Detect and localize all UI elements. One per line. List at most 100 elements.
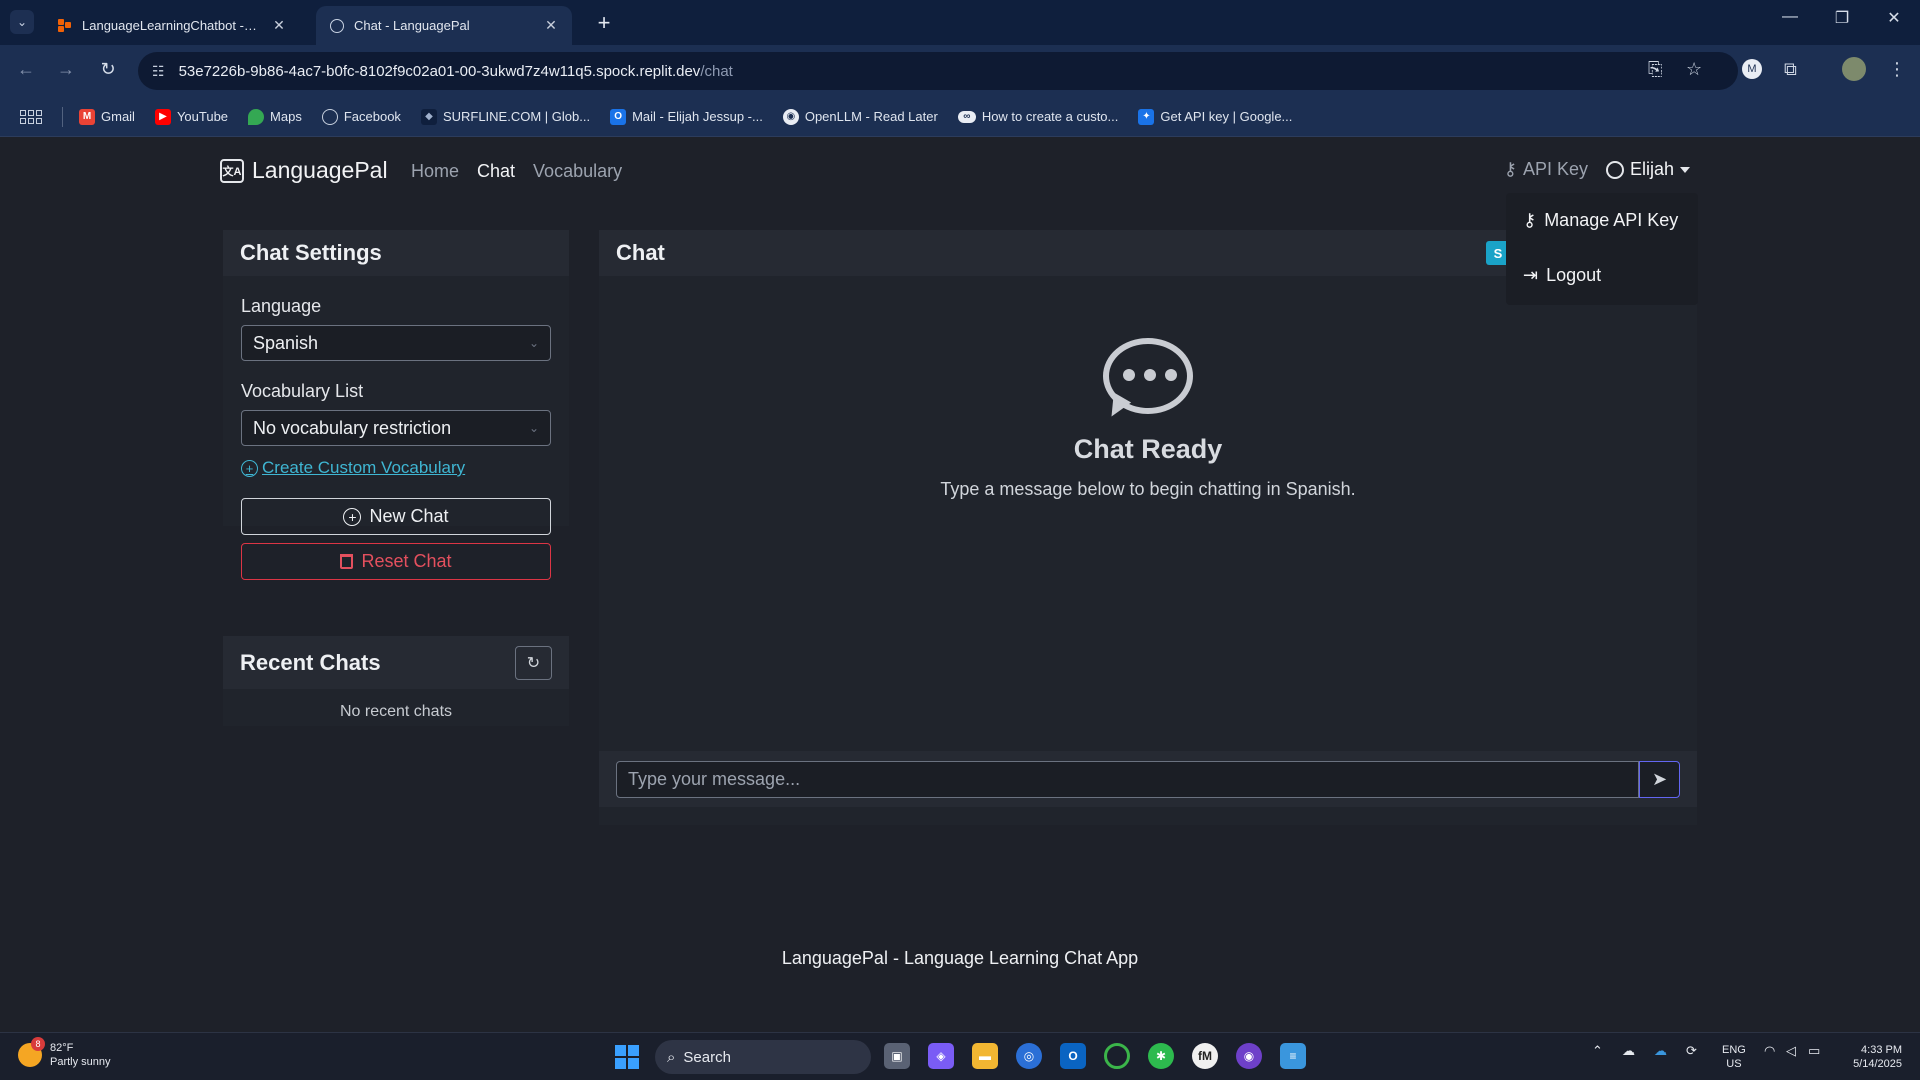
tab-title: LanguageLearningChatbot - Replit	[82, 18, 260, 33]
site-info-icon[interactable]: ☷	[152, 63, 165, 80]
close-icon[interactable]: ✕	[542, 17, 560, 34]
onedrive-icon[interactable]: ☁	[1622, 1043, 1635, 1059]
copilot-icon[interactable]: ◈	[928, 1043, 954, 1069]
message-input[interactable]	[616, 761, 1639, 798]
weather-widget[interactable]: 8 82°F Partly sunny	[18, 1037, 111, 1069]
menu-item-logout[interactable]: ⇥ Logout	[1506, 248, 1698, 303]
window-close-icon[interactable]: ✕	[1874, 8, 1914, 28]
browser-menu-icon[interactable]: ⋮	[1888, 59, 1906, 80]
address-bar[interactable]: ☷ 53e7226b-9b86-4ac7-b0fc-8102f9c02a01-0…	[138, 52, 1738, 90]
install-app-icon[interactable]: ⎘	[1648, 59, 1662, 80]
github-desktop-icon[interactable]: ◉	[1236, 1043, 1262, 1069]
reload-icon[interactable]: ↻	[96, 59, 120, 80]
google-ai-icon: ✦	[1138, 108, 1155, 125]
globe-icon	[321, 108, 338, 125]
chat-card: Chat S Chat Ready Type a message below t…	[599, 230, 1697, 825]
outlook-icon: O	[610, 108, 627, 125]
bookmark-mail[interactable]: O Mail - Elijah Jessup -...	[610, 108, 763, 125]
nav-chat[interactable]: Chat	[477, 161, 515, 182]
navbar-right: ⚷ API Key Elijah	[1504, 159, 1690, 180]
weather-desc: Partly sunny	[50, 1056, 111, 1068]
app-green-icon[interactable]: ✱	[1148, 1043, 1174, 1069]
bookmark-star-icon[interactable]: ☆	[1686, 59, 1702, 80]
bookmark-maps[interactable]: Maps	[248, 108, 302, 125]
tab-search-icon[interactable]: ⌄	[10, 10, 34, 34]
bookmark-how-to[interactable]: ∞ How to create a custo...	[957, 109, 1118, 124]
send-button[interactable]: ➤	[1639, 761, 1680, 798]
weather-badge: 8	[31, 1037, 45, 1051]
extensions-puzzle-icon[interactable]: ⧉	[1784, 59, 1797, 80]
bookmark-surfline[interactable]: ◆ SURFLINE.COM | Glob...	[420, 108, 590, 125]
language-label: Language	[241, 296, 322, 316]
apps-grid-icon[interactable]	[20, 109, 42, 124]
volume-icon[interactable]: ◁	[1786, 1043, 1796, 1059]
system-clock[interactable]: 4:33 PM 5/14/2025	[1836, 1043, 1902, 1071]
api-key-link[interactable]: ⚷ API Key	[1504, 159, 1588, 180]
create-custom-vocab-link[interactable]: + Create Custom Vocabulary	[241, 458, 569, 478]
replit-icon	[58, 18, 72, 33]
language-select[interactable]: Spanish ⌄	[241, 325, 551, 361]
recent-chats-card: Recent Chats ↻ No recent chats	[223, 636, 569, 726]
maps-icon	[248, 108, 265, 125]
battery-icon[interactable]: ▭	[1808, 1043, 1820, 1059]
taskbar-search[interactable]: ⌕ Search	[655, 1040, 871, 1074]
cloud-icon[interactable]: ☁	[1654, 1043, 1667, 1059]
nav-home[interactable]: Home	[411, 161, 459, 182]
language-indicator[interactable]: ENG US	[1722, 1043, 1746, 1071]
tab-languagepal[interactable]: Chat - LanguagePal ✕	[316, 6, 572, 45]
start-icon[interactable]	[615, 1045, 639, 1069]
chat-ready-hint: Type a message below to begin chatting i…	[940, 479, 1356, 499]
message-composer: ➤	[599, 751, 1697, 807]
task-view-icon[interactable]: ▣	[884, 1043, 910, 1069]
new-chat-button[interactable]: + New Chat	[241, 498, 551, 535]
file-explorer-icon[interactable]: ▬	[972, 1043, 998, 1069]
youtube-icon: ▶	[154, 108, 171, 125]
bookmark-facebook[interactable]: Facebook	[321, 108, 401, 125]
app-fm-icon[interactable]: fM	[1192, 1043, 1218, 1069]
send-icon: ➤	[1651, 769, 1668, 789]
browser-tab-bar: ⌄ LanguageLearningChatbot - Replit ✕ Cha…	[0, 0, 1920, 45]
bookmark-openllm[interactable]: ◉ OpenLLM - Read Later	[782, 108, 938, 125]
user-menu-toggle[interactable]: Elijah	[1605, 159, 1690, 180]
vocab-list-label: Vocabulary List	[241, 381, 364, 401]
new-tab-icon[interactable]: +	[592, 10, 616, 36]
reset-chat-button[interactable]: Reset Chat	[241, 543, 551, 580]
menu-item-manage-api-key[interactable]: ⚷ Manage API Key	[1506, 193, 1698, 248]
bookmark-gmail[interactable]: M Gmail	[79, 108, 135, 125]
chat-settings-title: Chat Settings	[223, 230, 569, 276]
app-page: 文A LanguagePal Home Chat Vocabulary ⚷ AP…	[0, 137, 1920, 1032]
brand-link[interactable]: 文A LanguagePal	[220, 157, 388, 184]
back-icon[interactable]: ←	[14, 59, 38, 80]
profile-avatar[interactable]	[1842, 57, 1866, 81]
surfline-icon: ◆	[420, 108, 437, 125]
nav-vocabulary[interactable]: Vocabulary	[533, 161, 622, 182]
chat-ready-title: Chat Ready	[1073, 434, 1223, 464]
loading-app-icon[interactable]	[1104, 1043, 1130, 1069]
trash-icon	[340, 554, 354, 569]
restore-icon[interactable]: ❐	[1822, 8, 1862, 28]
extension-m-icon[interactable]: M	[1742, 59, 1762, 79]
refresh-recent-button[interactable]: ↻	[515, 645, 552, 680]
plus-circle-icon: +	[343, 507, 362, 526]
minimize-icon[interactable]: —	[1770, 8, 1810, 26]
sync-icon[interactable]: ⟳	[1686, 1043, 1697, 1059]
chrome-icon[interactable]: ◎	[1016, 1043, 1042, 1069]
language-value: Spanish	[253, 332, 319, 353]
chevron-down-icon: ⌄	[528, 336, 539, 350]
globe-icon	[330, 18, 344, 33]
notepad-icon[interactable]: ≡	[1280, 1043, 1306, 1069]
bookmark-youtube[interactable]: ▶ YouTube	[154, 108, 228, 125]
close-icon[interactable]: ✕	[270, 17, 288, 34]
tray-overflow-icon[interactable]: ⌃	[1592, 1043, 1603, 1059]
forward-icon[interactable]: →	[54, 59, 78, 80]
key-icon: ⚷	[1523, 210, 1537, 230]
chat-dots-icon	[1102, 338, 1193, 422]
page-footer: LanguagePal - Language Learning Chat App	[781, 948, 1139, 968]
bookmark-api-key[interactable]: ✦ Get API key | Google...	[1138, 108, 1292, 125]
vocab-list-select[interactable]: No vocabulary restriction ⌄	[241, 410, 551, 446]
user-name: Elijah	[1629, 159, 1674, 179]
wifi-icon[interactable]: ◠	[1764, 1043, 1775, 1059]
bookmarks-bar: M Gmail ▶ YouTube Maps Facebook ◆ SURFLINE.…	[0, 97, 1920, 137]
outlook-icon[interactable]: O	[1060, 1043, 1086, 1069]
tab-replit[interactable]: LanguageLearningChatbot - Replit ✕	[44, 6, 300, 45]
